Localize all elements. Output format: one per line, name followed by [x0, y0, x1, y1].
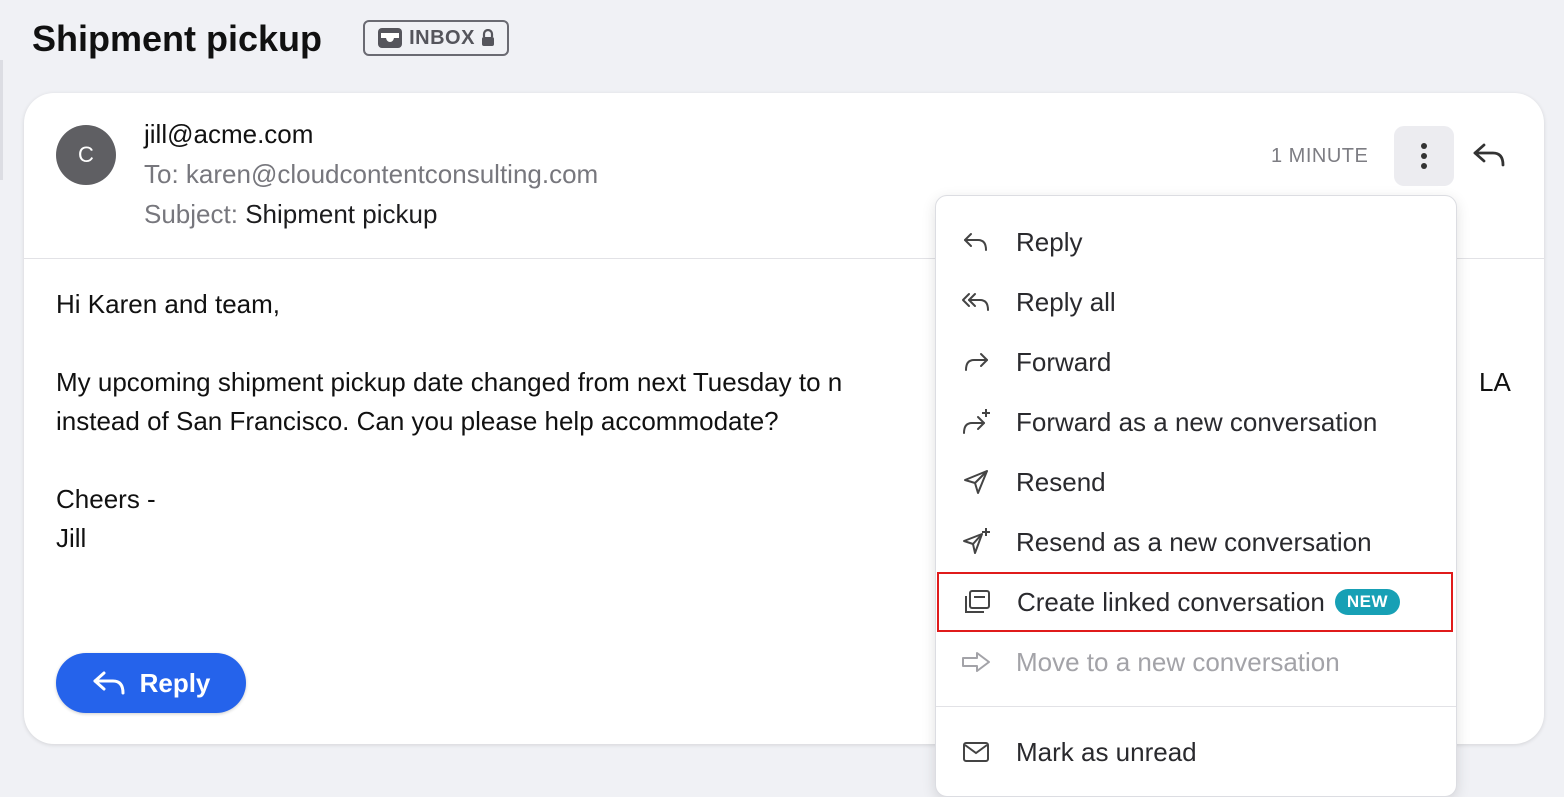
reply-arrow-icon [93, 671, 125, 695]
sender-email[interactable]: jill@acme.com [144, 119, 313, 150]
forward-icon [960, 346, 992, 378]
menu-item-label: Forward [1016, 346, 1112, 377]
lock-icon [481, 29, 495, 47]
reply-icon [960, 226, 992, 258]
reply-button-label: Reply [139, 667, 211, 698]
menu-item-label: Resend [1016, 466, 1106, 497]
reply-icon-button[interactable] [1469, 133, 1509, 177]
menu-item-label: Forward as a new conversation [1016, 406, 1378, 437]
recipient-line: To: karen@cloudcontentconsulting.com [144, 159, 598, 190]
send-new-icon [960, 526, 992, 558]
send-icon [960, 466, 992, 498]
reply-button[interactable]: Reply [56, 653, 246, 713]
subject-line: Subject: Shipment pickup [144, 199, 437, 230]
linked-conversation-icon [961, 586, 993, 618]
subject-label: Subject: [144, 199, 238, 229]
menu-divider [936, 706, 1456, 707]
menu-item-label: Reply all [1016, 286, 1116, 317]
menu-item-label: Move to a new conversation [1016, 646, 1340, 677]
message-timestamp: 1 MINUTE [1271, 145, 1369, 167]
menu-item-forward[interactable]: Forward [936, 332, 1456, 392]
menu-item-reply-all[interactable]: Reply all [936, 272, 1456, 332]
body-line-1: My upcoming shipment pickup date changed… [56, 367, 843, 397]
vertical-dots-icon [1421, 143, 1427, 169]
body-line-2: instead of San Francisco. Can you please… [56, 406, 779, 436]
inbox-badge[interactable]: INBOX [363, 20, 509, 56]
menu-item-label: Create linked conversation [1017, 586, 1325, 617]
menu-item-reply[interactable]: Reply [936, 212, 1456, 272]
menu-item-mark-unread[interactable]: Mark as unread [936, 722, 1456, 782]
menu-item-create-linked-conversation[interactable]: Create linked conversation NEW [937, 572, 1453, 632]
subject-value: Shipment pickup [245, 199, 438, 229]
inbox-badge-label: INBOX [409, 26, 475, 49]
menu-item-label: Resend as a new conversation [1016, 526, 1372, 557]
message-actions-menu: Reply Reply all Forward Forward as a new… [935, 195, 1457, 797]
move-arrow-icon [960, 646, 992, 678]
signoff: Cheers - [56, 484, 156, 514]
forward-new-icon [960, 406, 992, 438]
to-value: karen@cloudcontentconsulting.com [185, 159, 599, 189]
page-title: Shipment pickup [32, 18, 323, 59]
menu-item-move-to-new-conversation: Move to a new conversation [936, 632, 1456, 692]
menu-item-forward-new[interactable]: Forward as a new conversation [936, 392, 1456, 452]
menu-item-label: Mark as unread [1016, 736, 1197, 767]
inbox-tray-icon [377, 27, 403, 49]
signature-name: Jill [56, 523, 87, 553]
left-panel-edge [0, 60, 3, 180]
body-line-1-tail: LA [1479, 367, 1511, 397]
menu-item-label: Reply [1016, 226, 1083, 257]
reply-all-icon [960, 286, 992, 318]
to-label: To: [144, 159, 179, 189]
envelope-icon [960, 736, 992, 768]
menu-item-resend[interactable]: Resend [936, 452, 1456, 512]
reply-icon [1473, 143, 1505, 167]
greeting: Hi Karen and team, [56, 289, 281, 319]
avatar: C [56, 125, 116, 185]
new-badge: NEW [1334, 589, 1401, 615]
more-options-button[interactable] [1394, 126, 1454, 186]
menu-item-resend-new[interactable]: Resend as a new conversation [936, 512, 1456, 572]
